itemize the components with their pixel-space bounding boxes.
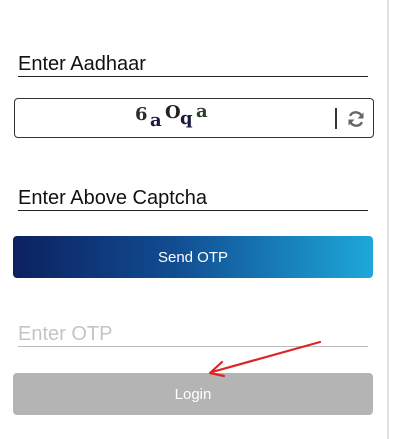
- refresh-icon[interactable]: [346, 109, 366, 129]
- otp-login-form: Enter Aadhaar 6 a O q a Enter Above Capt…: [0, 0, 393, 439]
- send-otp-button[interactable]: Send OTP: [13, 236, 373, 278]
- captcha-container: 6 a O q a: [14, 98, 374, 138]
- captcha-char: a: [196, 101, 208, 122]
- red-arrow-annotation-icon: [208, 340, 322, 378]
- otp-placeholder: Enter OTP: [18, 323, 113, 345]
- captcha-label: Enter Above Captcha: [18, 187, 208, 209]
- panel-right-border: [387, 0, 389, 439]
- send-otp-label: Send OTP: [157, 248, 229, 266]
- captcha-input[interactable]: Enter Above Captcha: [18, 186, 368, 211]
- aadhaar-label: Enter Aadhaar: [18, 53, 146, 75]
- captcha-char: 6: [135, 104, 148, 125]
- captcha-char: a: [150, 110, 162, 131]
- captcha-image: 6 a O q a: [135, 101, 225, 132]
- aadhaar-input[interactable]: Enter Aadhaar: [18, 52, 368, 77]
- captcha-char: q: [180, 108, 193, 129]
- captcha-char: O: [165, 102, 181, 123]
- login-label: Login: [174, 385, 212, 403]
- captcha-divider: [335, 108, 337, 129]
